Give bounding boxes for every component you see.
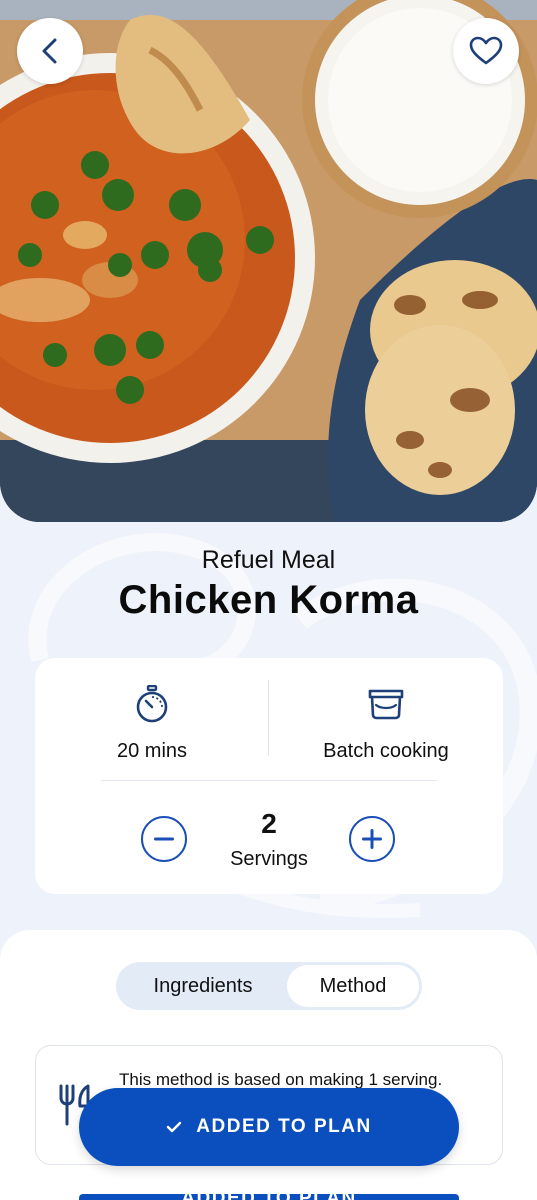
increase-servings-button[interactable]	[349, 816, 395, 862]
heart-icon	[469, 36, 503, 65]
recipe-screen: Refuel Meal Chicken Korma 20 mins Batch …	[0, 0, 537, 1200]
recipe-info-card: 20 mins Batch cooking 2 Servings	[35, 658, 503, 894]
batch-cooking: Batch cooking	[269, 658, 503, 780]
tab-method[interactable]: Method	[287, 965, 419, 1007]
recipe-category: Refuel Meal	[201, 546, 336, 574]
minus-icon	[154, 837, 174, 841]
plus-icon	[362, 829, 382, 849]
added-to-plan-label-duplicate: ADDED TO PLAN	[181, 1194, 356, 1200]
cook-time: 20 mins	[35, 658, 269, 780]
check-icon	[167, 1121, 182, 1133]
tab-switcher: Ingredients Method	[116, 962, 422, 1010]
back-button[interactable]	[17, 18, 83, 84]
stopwatch-icon	[136, 685, 168, 723]
container-icon	[368, 689, 404, 720]
chevron-left-icon	[42, 38, 57, 64]
recipe-title: Chicken Korma	[118, 578, 419, 622]
servings-label: Servings	[230, 848, 308, 870]
added-to-plan-label: ADDED TO PLAN	[196, 1116, 372, 1137]
added-to-plan-button-duplicate[interactable]: ADDED TO PLAN	[79, 1194, 459, 1200]
batch-cooking-label: Batch cooking	[323, 740, 449, 762]
dish-illustration	[0, 0, 537, 522]
divider	[101, 780, 437, 781]
added-to-plan-button[interactable]: ADDED TO PLAN	[79, 1088, 459, 1166]
decrease-servings-button[interactable]	[141, 816, 187, 862]
hero-image	[0, 0, 537, 522]
servings-count: 2	[261, 808, 277, 839]
favorite-button[interactable]	[453, 18, 519, 84]
method-note: This method is based on making 1 serving…	[119, 1070, 443, 1089]
cook-time-label: 20 mins	[116, 740, 188, 762]
tab-ingredients[interactable]: Ingredients	[119, 965, 287, 1007]
